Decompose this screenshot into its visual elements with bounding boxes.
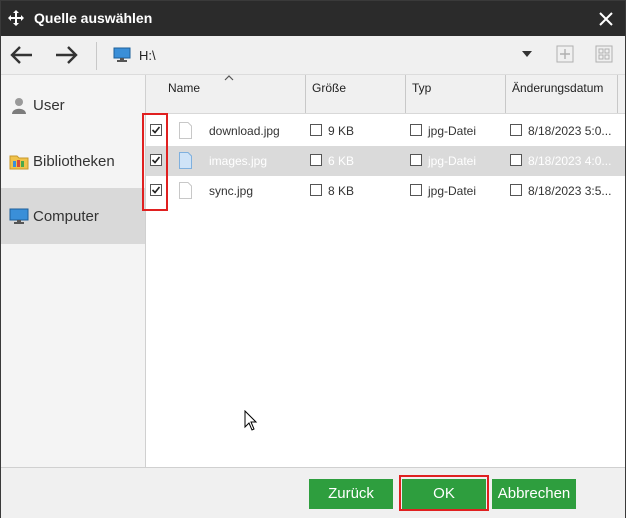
column-header-size[interactable]: Größe [306,75,406,113]
file-size: 6 KB [328,154,355,168]
file-type: jpg-Datei [428,154,477,168]
table-row[interactable]: images.jpg 6 KB jpg-Datei 8/18/2023 4:0.… [146,146,625,176]
sidebar-item-computer[interactable]: Computer [1,188,145,244]
size-checkbox[interactable] [310,154,322,166]
file-size: 8 KB [328,184,355,198]
type-checkbox[interactable] [410,184,422,196]
date-checkbox[interactable] [510,124,522,136]
close-icon[interactable] [597,10,615,28]
dialog-title: Quelle auswählen [34,10,153,26]
file-type: jpg-Datei [428,124,477,138]
type-checkbox[interactable] [410,154,422,166]
mouse-cursor-icon [244,410,258,431]
file-type: jpg-Datei [428,184,477,198]
sort-ascending-icon [224,75,234,81]
file-icon [179,182,192,199]
checkmark-icon [151,186,161,194]
size-checkbox[interactable] [310,184,322,196]
table-row[interactable]: sync.jpg 8 KB jpg-Datei 8/18/2023 3:5... [146,176,625,206]
file-date: 8/18/2023 4:0... [528,154,612,168]
sidebar-item-libraries[interactable]: Bibliotheken [1,133,145,189]
type-checkbox[interactable] [410,124,422,136]
navigation-toolbar: H:\ [1,36,625,75]
column-header-type[interactable]: Typ [406,75,506,113]
file-icon [179,152,192,169]
size-checkbox[interactable] [310,124,322,136]
file-list: Name Größe Typ Änderungsdatum download.j… [146,75,625,467]
checkmark-icon [151,126,161,134]
file-date: 8/18/2023 3:5... [528,184,612,198]
library-folder-icon [9,155,29,170]
computer-icon [9,208,29,224]
file-name: images.jpg [209,154,268,168]
sidebar-item-label: Bibliotheken [33,153,115,170]
cancel-button[interactable]: Abbrechen [492,479,576,509]
sidebar-item-user[interactable]: User [1,77,145,133]
back-arrow-icon[interactable] [9,44,35,66]
column-header-modified-date[interactable]: Änderungsdatum [506,75,618,113]
checkmark-icon [151,156,161,164]
file-icon [179,122,192,139]
select-source-dialog: Quelle auswählen H:\ User Bibliotheken C… [0,0,626,518]
sidebar-item-label: User [33,97,65,114]
date-checkbox[interactable] [510,154,522,166]
dialog-footer: Zurück OK Abbrechen [1,467,625,518]
file-date: 8/18/2023 5:0... [528,124,612,138]
row-checkbox[interactable] [150,154,162,166]
column-header-name[interactable]: Name [146,75,306,113]
file-size: 9 KB [328,124,355,138]
row-checkbox[interactable] [150,124,162,136]
path-dropdown-icon[interactable] [521,49,533,59]
file-name: sync.jpg [209,184,254,198]
current-path[interactable]: H:\ [139,48,156,63]
toolbar-divider [96,42,97,70]
computer-icon [113,47,131,62]
sidebar-item-label: Computer [33,208,99,225]
user-icon [12,98,26,114]
file-name: download.jpg [209,124,280,138]
row-checkbox[interactable] [150,184,162,196]
sidebar: User Bibliotheken Computer [1,75,146,467]
column-header-row: Name Größe Typ Änderungsdatum [146,75,625,114]
table-row[interactable]: download.jpg 9 KB jpg-Datei 8/18/2023 5:… [146,116,625,146]
title-bar: Quelle auswählen [1,1,625,36]
date-checkbox[interactable] [510,184,522,196]
new-folder-icon[interactable] [556,45,574,63]
move-arrows-icon [8,10,24,26]
forward-arrow-icon[interactable] [53,44,79,66]
ok-button[interactable]: OK [402,479,486,509]
back-button[interactable]: Zurück [309,479,393,509]
view-grid-icon[interactable] [595,45,613,63]
